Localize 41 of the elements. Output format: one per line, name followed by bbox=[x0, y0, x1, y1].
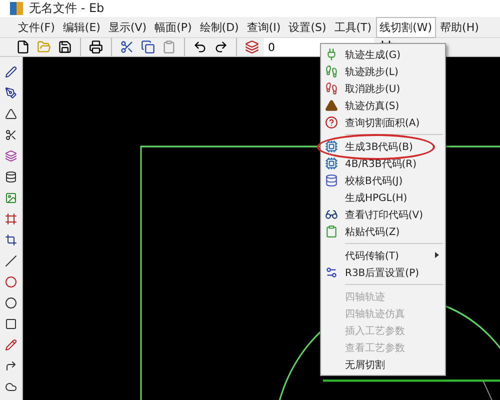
menu-item[interactable]: 粘贴代码(Z) bbox=[345, 224, 400, 238]
menu-item[interactable]: 轨迹跳步(L) bbox=[345, 64, 398, 78]
save-icon[interactable] bbox=[56, 38, 74, 56]
menu-item[interactable]: 文件(F) bbox=[14, 16, 59, 38]
menu-item[interactable]: 绘制(D) bbox=[196, 16, 243, 38]
chip-icon bbox=[324, 157, 338, 170]
print-icon[interactable] bbox=[87, 38, 105, 56]
menu-item[interactable]: 幅面(P) bbox=[150, 16, 196, 38]
menu-item[interactable]: 查看\打印代码(V) bbox=[345, 208, 424, 222]
menu-item[interactable]: 代码传输(T) bbox=[345, 248, 399, 262]
menu-item[interactable]: R3B后置设置(P) bbox=[345, 266, 420, 280]
menu-item[interactable]: 生成HPGL(H) bbox=[345, 190, 408, 204]
menu-item[interactable]: 查询切割面积(A) bbox=[345, 116, 420, 130]
submenu-arrow-icon bbox=[435, 252, 439, 258]
menu-item[interactable]: 工具(T) bbox=[330, 16, 376, 38]
menu-item[interactable]: 生成3B代码(B) bbox=[345, 140, 413, 154]
layers-icon[interactable] bbox=[243, 38, 261, 56]
settings-icon bbox=[324, 266, 338, 279]
menu-item[interactable]: 帮助(H) bbox=[436, 16, 483, 38]
menu-item[interactable]: 查询(I) bbox=[242, 16, 285, 38]
menu-item[interactable]: 取消跳步(U) bbox=[345, 82, 400, 96]
glasses-icon bbox=[324, 208, 338, 221]
menu-item[interactable]: 线切割(W) bbox=[376, 16, 436, 38]
mound-icon bbox=[324, 99, 338, 112]
menu-item[interactable]: 设置(S) bbox=[284, 16, 330, 38]
step-icon bbox=[324, 65, 338, 78]
app-logo-icon bbox=[10, 2, 23, 15]
menu-item[interactable]: 轨迹仿真(S) bbox=[345, 98, 400, 112]
menu-item[interactable]: 无屑切割 bbox=[345, 358, 385, 372]
copy-icon[interactable] bbox=[139, 38, 157, 56]
chip-icon bbox=[324, 140, 338, 153]
window-title: 无名文件 - Eb bbox=[29, 0, 104, 17]
step-icon bbox=[324, 82, 338, 95]
database-icon bbox=[324, 174, 338, 187]
question-icon bbox=[324, 116, 338, 129]
menu-item[interactable]: 4B/R3B代码(R) bbox=[345, 156, 417, 170]
menu-item[interactable]: 显示(V) bbox=[104, 16, 151, 38]
menu-item[interactable]: 校核B代码(J) bbox=[345, 174, 403, 188]
menu-item[interactable]: 编辑(E) bbox=[58, 16, 104, 38]
clipboard-icon bbox=[324, 225, 338, 238]
plug-icon bbox=[324, 48, 338, 61]
